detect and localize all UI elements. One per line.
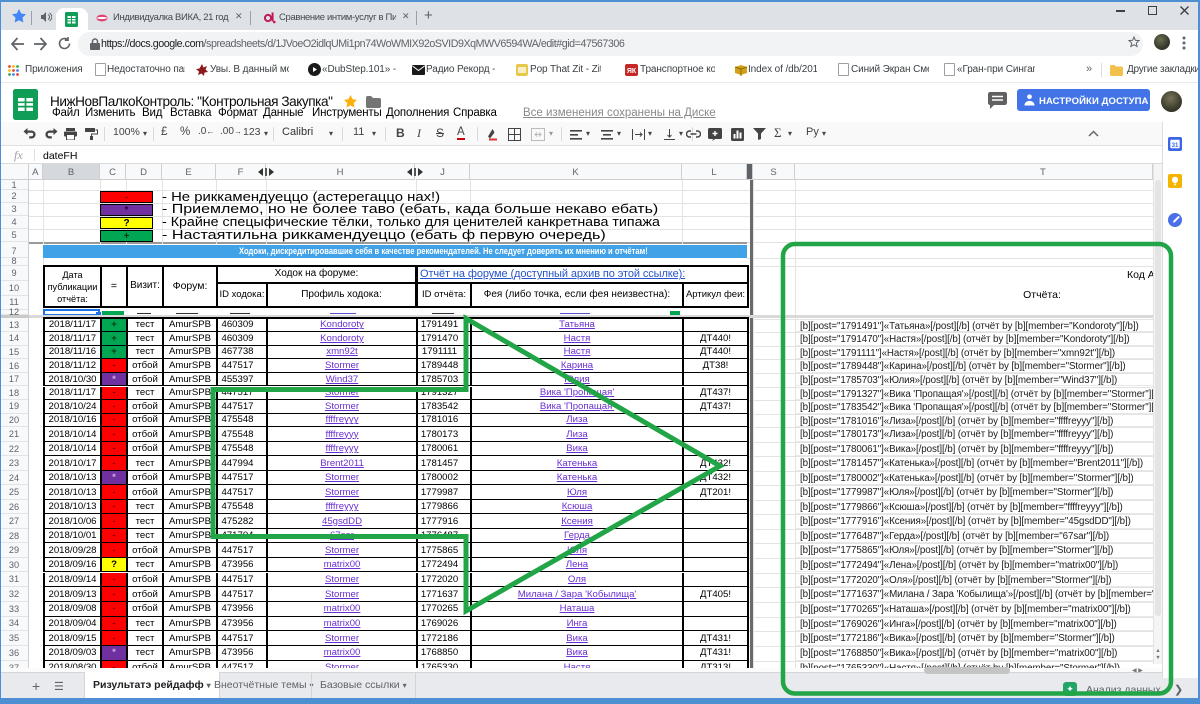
svg-text:ЯК: ЯК: [627, 68, 637, 75]
svg-text:31: 31: [1172, 143, 1179, 149]
